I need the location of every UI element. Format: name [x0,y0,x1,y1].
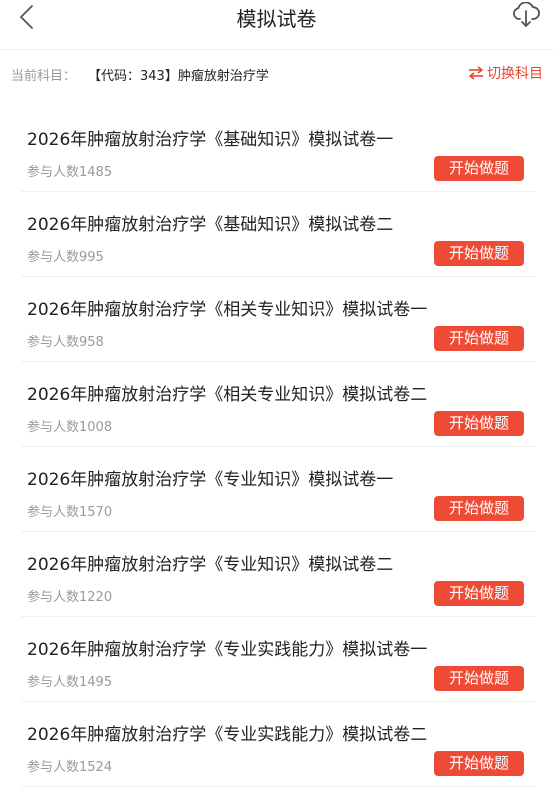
exam-title: 2026年肿瘤放射治疗学《相关专业知识》模拟试卷二 [27,385,428,405]
subject-label: 当前科目： [11,69,77,84]
switch-subject-label: 切换科目 [487,66,543,82]
swap-icon [468,66,484,80]
cloud-download-icon [512,1,540,32]
list-item[interactable]: 2026年肿瘤放射治疗学《基础知识》模拟试卷一 参与人数1485 开始做题 [21,107,536,192]
participant-count: 参与人数995 [27,250,104,265]
start-exam-button[interactable]: 开始做题 [434,496,524,521]
list-item[interactable]: 2026年肿瘤放射治疗学《专业实践能力》模拟试卷一 参与人数1495 开始做题 [21,617,536,702]
participant-count: 参与人数1524 [27,760,113,775]
exam-title: 2026年肿瘤放射治疗学《专业实践能力》模拟试卷二 [27,725,428,745]
page-title: 模拟试卷 [236,7,317,31]
start-exam-button[interactable]: 开始做题 [434,411,524,436]
exam-title: 2026年肿瘤放射治疗学《基础知识》模拟试卷二 [27,215,394,235]
start-exam-button[interactable]: 开始做题 [434,751,524,776]
top-bar: 模拟试卷 [0,0,553,50]
start-exam-button[interactable]: 开始做题 [434,156,524,181]
start-exam-button[interactable]: 开始做题 [434,666,524,691]
start-exam-button[interactable]: 开始做题 [434,241,524,266]
participant-count: 参与人数1495 [27,675,113,690]
exam-title: 2026年肿瘤放射治疗学《相关专业知识》模拟试卷一 [27,300,428,320]
exam-title: 2026年肿瘤放射治疗学《专业实践能力》模拟试卷一 [27,640,428,660]
start-exam-button[interactable]: 开始做题 [434,581,524,606]
download-button[interactable] [511,1,541,32]
exam-title: 2026年肿瘤放射治疗学《基础知识》模拟试卷一 [27,130,394,150]
exam-title: 2026年肿瘤放射治疗学《专业知识》模拟试卷二 [27,555,394,575]
list-item[interactable]: 2026年肿瘤放射治疗学《专业实践能力》模拟试卷二 参与人数1524 开始做题 [21,702,536,787]
participant-count: 参与人数1485 [27,165,113,180]
participant-count: 参与人数958 [27,335,104,350]
switch-subject-button[interactable]: 切换科目 [468,63,543,83]
exam-title: 2026年肿瘤放射治疗学《专业知识》模拟试卷一 [27,470,394,490]
exam-list: 2026年肿瘤放射治疗学《基础知识》模拟试卷一 参与人数1485 开始做题 20… [0,107,553,787]
start-exam-button[interactable]: 开始做题 [434,326,524,351]
participant-count: 参与人数1008 [27,420,113,435]
participant-count: 参与人数1570 [27,505,113,520]
list-item[interactable]: 2026年肿瘤放射治疗学《相关专业知识》模拟试卷二 参与人数1008 开始做题 [21,362,536,447]
participant-count: 参与人数1220 [27,590,113,605]
list-item[interactable]: 2026年肿瘤放射治疗学《专业知识》模拟试卷一 参与人数1570 开始做题 [21,447,536,532]
subject-bar: 当前科目： 【代码：343】肿瘤放射治疗学 切换科目 [0,50,553,97]
list-item[interactable]: 2026年肿瘤放射治疗学《相关专业知识》模拟试卷一 参与人数958 开始做题 [21,277,536,362]
list-item[interactable]: 2026年肿瘤放射治疗学《专业知识》模拟试卷二 参与人数1220 开始做题 [21,532,536,617]
list-item[interactable]: 2026年肿瘤放射治疗学《基础知识》模拟试卷二 参与人数995 开始做题 [21,192,536,277]
subject-value: 【代码：343】肿瘤放射治疗学 [88,69,269,84]
